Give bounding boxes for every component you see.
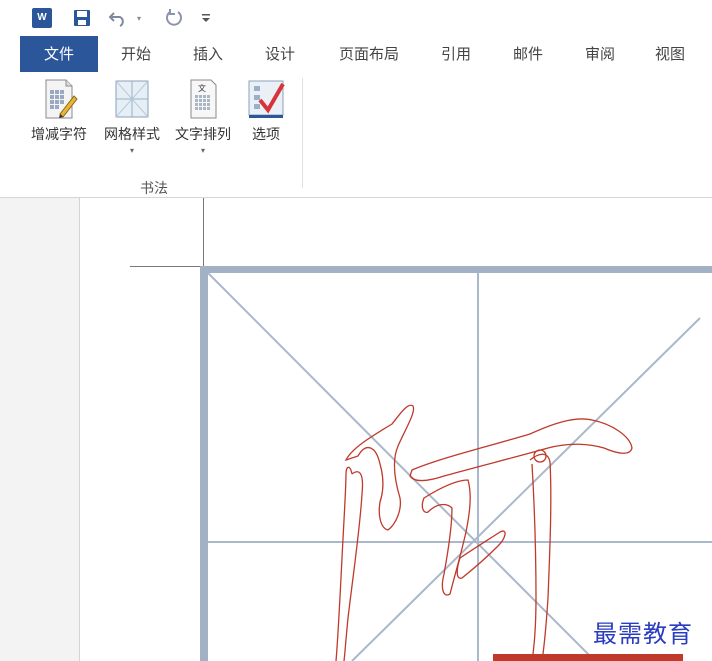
undo-icon[interactable] (108, 7, 128, 29)
document-area[interactable] (0, 198, 712, 661)
grid-style-label: 网格样式 (104, 127, 160, 143)
undo-dropdown-icon[interactable]: ▾ (134, 7, 144, 29)
customize-dropdown-icon[interactable] (200, 7, 212, 29)
calligraphy-grid (200, 266, 712, 661)
word-logo-icon: W (32, 8, 52, 28)
text-arrangement-dropdown-icon[interactable]: ▾ (168, 146, 238, 155)
options-label: 选项 (252, 127, 280, 143)
tab-insert[interactable]: 插入 (180, 36, 236, 72)
quick-access-toolbar: W ▾ (0, 0, 712, 36)
grid-style-icon (115, 80, 149, 118)
tab-references[interactable]: 引用 (428, 36, 484, 72)
options-icon (248, 80, 285, 118)
group-separator (302, 78, 303, 188)
tab-page-layout[interactable]: 页面布局 (326, 36, 412, 72)
calligraphy-character-outline (335, 404, 633, 661)
grid-border (200, 266, 712, 661)
options-button[interactable]: 选项 (244, 78, 288, 166)
bottom-red-bar (493, 654, 683, 661)
text-arrangement-icon: 文 (190, 79, 217, 119)
tab-design[interactable]: 设计 (252, 36, 308, 72)
tab-view[interactable]: 视图 (642, 36, 698, 72)
grid-style-dropdown-icon[interactable]: ▾ (98, 146, 166, 155)
grid-style-button[interactable]: 网格样式 ▾ (98, 78, 166, 166)
tab-file[interactable]: 文件 (20, 36, 98, 72)
tab-mailings[interactable]: 邮件 (500, 36, 556, 72)
add-remove-characters-label: 增减字符 (31, 127, 87, 143)
tab-home[interactable]: 开始 (108, 36, 164, 72)
grid-guides (207, 272, 712, 661)
ribbon-tabs: 文件 开始 插入 设计 页面布局 引用 邮件 审阅 视图 (0, 36, 712, 72)
text-arrangement-button[interactable]: 文 文字排列 ▾ (168, 78, 238, 166)
svg-text:文: 文 (198, 83, 206, 93)
text-arrangement-label: 文字排列 (175, 127, 231, 143)
add-remove-characters-icon (45, 79, 78, 119)
tab-review[interactable]: 审阅 (572, 36, 628, 72)
save-icon[interactable] (72, 7, 92, 29)
add-remove-characters-button[interactable]: 增减字符 (24, 78, 94, 166)
ribbon-panel: 增减字符 网格样式 ▾ 文 文字排列 ▾ 选项 书法 (0, 72, 712, 198)
watermark-text: 最需教育 (593, 620, 693, 648)
redo-icon[interactable] (164, 7, 184, 29)
calligraphy-group-label: 书法 (140, 181, 168, 197)
